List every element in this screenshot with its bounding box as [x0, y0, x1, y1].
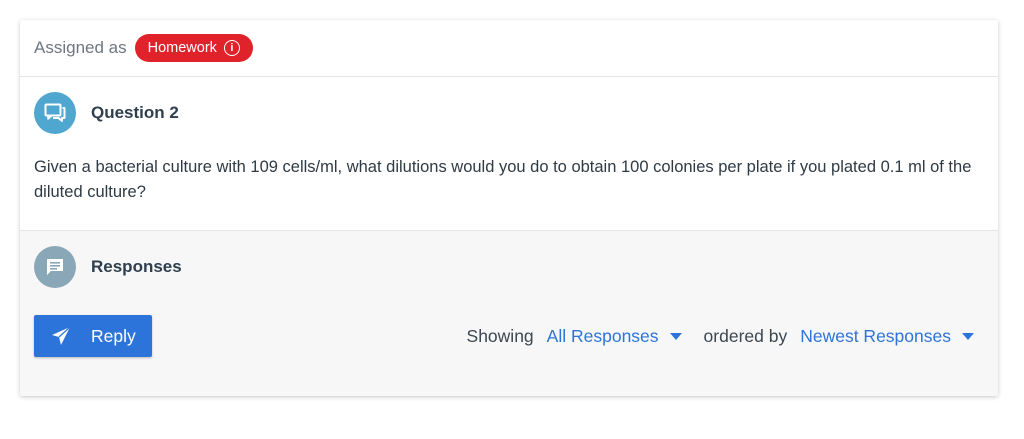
- homework-badge[interactable]: Homework i: [134, 34, 253, 62]
- showing-dropdown[interactable]: All Responses: [547, 326, 682, 347]
- question-avatar: [34, 92, 76, 134]
- reply-label: Reply: [91, 325, 136, 346]
- response-filters: Showing All Responses ordered by Newest …: [467, 326, 974, 347]
- ordered-by-label: ordered by: [703, 325, 788, 346]
- order-dropdown[interactable]: Newest Responses: [800, 326, 974, 347]
- caret-down-icon: [669, 332, 682, 340]
- question-text: Given a bacterial culture with 109 cells…: [34, 158, 972, 201]
- question-title: Question 2: [91, 103, 179, 122]
- responses-header: Responses: [34, 231, 984, 303]
- responses-actions: Reply Showing All Responses ordered by N…: [34, 315, 984, 357]
- showing-value: All Responses: [546, 325, 659, 346]
- reply-button[interactable]: Reply: [34, 315, 152, 357]
- showing-label: Showing: [466, 325, 534, 346]
- comment-icon: [47, 259, 63, 275]
- order-value: Newest Responses: [800, 325, 951, 346]
- assigned-as-label: Assigned as: [34, 38, 127, 57]
- responses-avatar: [34, 246, 76, 288]
- responses-title: Responses: [91, 257, 182, 276]
- responses-section: Responses Reply Showing All Responses or…: [20, 231, 998, 396]
- info-icon[interactable]: i: [223, 40, 240, 56]
- question-section: Question 2 Given a bacterial culture wit…: [20, 77, 998, 231]
- homework-badge-label: Homework: [147, 40, 217, 56]
- caret-down-icon: [962, 332, 974, 340]
- chat-bubbles-icon: [44, 103, 66, 122]
- assignment-bar: Assigned as Homework i: [20, 20, 998, 77]
- question-card: Assigned as Homework i Question 2 Given …: [20, 20, 998, 396]
- question-header: Question 2: [34, 77, 984, 149]
- paper-plane-icon: [51, 326, 71, 346]
